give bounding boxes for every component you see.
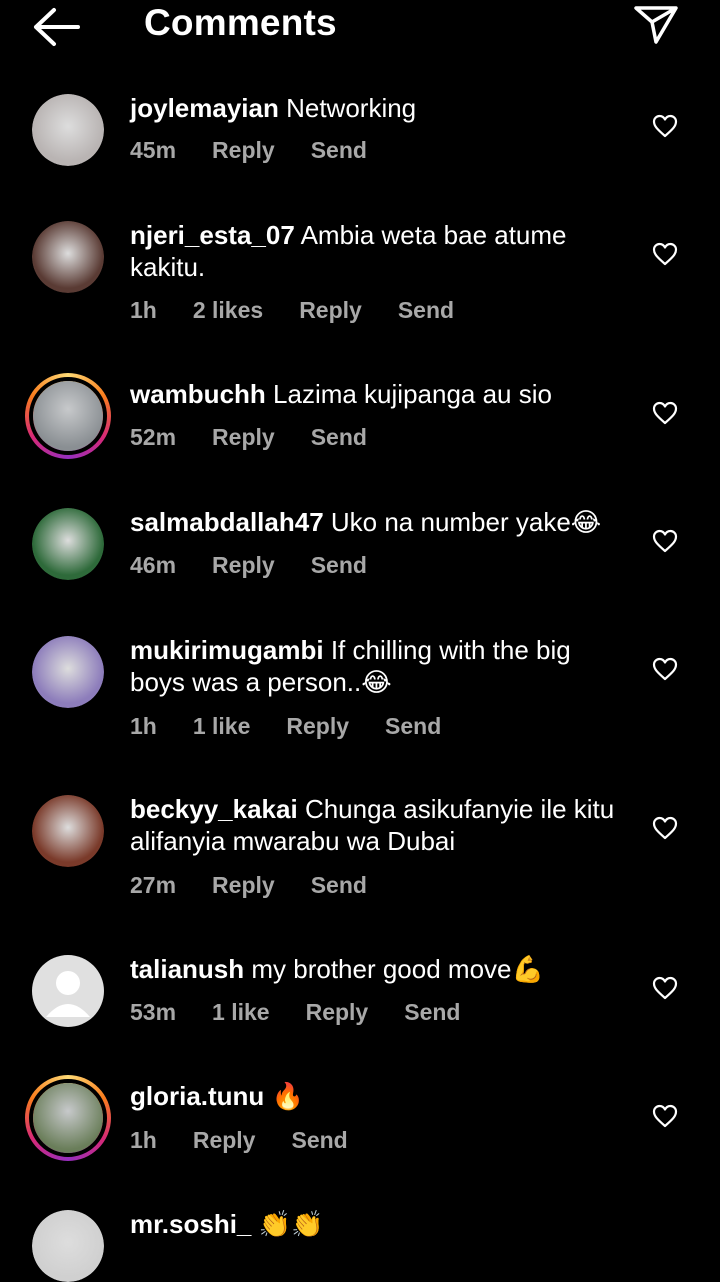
comment-time: 53m: [130, 999, 177, 1025]
heart-icon[interactable]: [652, 114, 678, 138]
comment-meta: 1h 2 likes Reply Send: [130, 297, 490, 324]
avatar[interactable]: [25, 373, 111, 459]
reply-button[interactable]: Reply: [299, 297, 362, 323]
comment-username[interactable]: talianush: [130, 954, 244, 984]
send-button[interactable]: Send: [311, 552, 367, 578]
comment-username[interactable]: mr.soshi_: [130, 1209, 251, 1239]
avatar[interactable]: [32, 955, 104, 1027]
comment-meta: 1h Reply Send: [130, 1127, 384, 1154]
comment-username[interactable]: gloria.tunu: [130, 1081, 264, 1111]
reply-button[interactable]: Reply: [306, 999, 369, 1025]
heart-icon[interactable]: [652, 816, 678, 840]
avatar[interactable]: [32, 636, 104, 708]
reply-button[interactable]: Reply: [286, 713, 349, 739]
comment-username[interactable]: mukirimugambi: [130, 635, 324, 665]
send-button[interactable]: Send: [398, 297, 454, 323]
comment-text: joylemayian Networking: [130, 92, 630, 124]
send-button[interactable]: Send: [311, 424, 367, 450]
comment-time: 1h: [130, 297, 157, 323]
comment-body: Networking: [278, 93, 417, 123]
comment-likes[interactable]: 1 like: [193, 713, 251, 739]
comment-time: 1h: [130, 713, 157, 739]
comment-meta: 1h 1 like Reply Send: [130, 713, 477, 740]
send-button[interactable]: Send: [385, 713, 441, 739]
send-button[interactable]: Send: [404, 999, 460, 1025]
comment-body: 🔥: [264, 1081, 304, 1111]
avatar[interactable]: [32, 221, 104, 293]
avatar[interactable]: [32, 1210, 104, 1282]
send-button[interactable]: Send: [311, 137, 367, 163]
reply-button[interactable]: Reply: [212, 424, 275, 450]
arrow-left-icon[interactable]: [28, 6, 84, 48]
comment-time: 27m: [130, 872, 177, 898]
page-title: Comments: [144, 2, 337, 43]
comment-time: 45m: [130, 137, 177, 163]
comment-body: my brother good move💪: [244, 954, 544, 984]
heart-icon[interactable]: [652, 1104, 678, 1128]
heart-icon[interactable]: [652, 657, 678, 681]
comment-time: 1h: [130, 1127, 157, 1153]
send-button[interactable]: Send: [311, 872, 367, 898]
avatar[interactable]: [32, 94, 104, 166]
comment-likes[interactable]: 1 like: [212, 999, 270, 1025]
comment-time: 46m: [130, 552, 177, 578]
comment-likes[interactable]: 2 likes: [193, 297, 263, 323]
avatar[interactable]: [32, 508, 104, 580]
comment-text: salmabdallah47 Uko na number yake😂: [130, 506, 630, 538]
comment-meta: 45m Reply Send: [130, 137, 403, 164]
comment-username[interactable]: beckyy_kakai: [130, 794, 298, 824]
comment-text: mr.soshi_ 👏👏: [130, 1208, 630, 1240]
comment-username[interactable]: joylemayian: [130, 93, 279, 123]
comment-body: Lazima kujipanga au sio: [265, 379, 552, 409]
reply-button[interactable]: Reply: [212, 137, 275, 163]
heart-icon[interactable]: [652, 529, 678, 553]
comment-username[interactable]: njeri_esta_07: [130, 220, 295, 250]
comment-meta: 27m Reply Send: [130, 872, 403, 899]
heart-icon[interactable]: [652, 401, 678, 425]
avatar[interactable]: [32, 795, 104, 867]
comment-text: beckyy_kakai Chunga asikufanyie ile kitu…: [130, 793, 630, 857]
reply-button[interactable]: Reply: [193, 1127, 256, 1153]
comment-body: Uko na number yake😂: [323, 507, 602, 537]
comment-text: talianush my brother good move💪: [130, 953, 630, 985]
comment-text: mukirimugambi If chilling with the big b…: [130, 634, 630, 698]
comment-body: 👏👏: [251, 1209, 324, 1239]
comment-meta: 53m 1 like Reply Send: [130, 999, 496, 1026]
paper-plane-icon[interactable]: [632, 4, 680, 44]
comment-username[interactable]: salmabdallah47: [130, 507, 324, 537]
avatar[interactable]: [25, 1075, 111, 1161]
comment-text: wambuchh Lazima kujipanga au sio: [130, 378, 630, 410]
header-bar: Comments: [0, 0, 720, 60]
send-button[interactable]: Send: [291, 1127, 347, 1153]
heart-icon[interactable]: [652, 976, 678, 1000]
reply-button[interactable]: Reply: [212, 872, 275, 898]
comment-meta: 52m Reply Send: [130, 424, 403, 451]
comment-time: 52m: [130, 424, 177, 450]
reply-button[interactable]: Reply: [212, 552, 275, 578]
comment-text: njeri_esta_07 Ambia weta bae atume kakit…: [130, 219, 630, 283]
comment-text: gloria.tunu 🔥: [130, 1080, 630, 1112]
comment-username[interactable]: wambuchh: [130, 379, 266, 409]
heart-icon[interactable]: [652, 242, 678, 266]
comment-meta: 46m Reply Send: [130, 552, 403, 579]
